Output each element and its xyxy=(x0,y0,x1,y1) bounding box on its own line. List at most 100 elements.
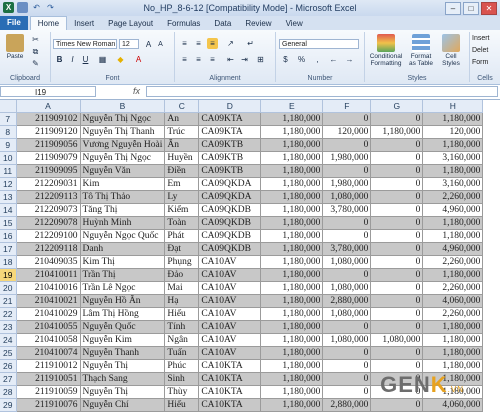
cell-a[interactable]: 210410058 xyxy=(16,333,81,347)
cell-e[interactable]: 1,180,000 xyxy=(260,151,324,165)
format-as-table-button[interactable]: Format as Table xyxy=(407,34,435,67)
cell-d[interactable]: CA10AV xyxy=(198,333,262,347)
row-header[interactable]: 14 xyxy=(0,203,17,217)
row-header[interactable]: 19 xyxy=(0,268,17,282)
cell-c[interactable]: Đạt xyxy=(164,242,200,256)
orientation-icon[interactable]: ↗ xyxy=(225,38,236,49)
tab-data[interactable]: Data xyxy=(207,17,238,30)
cell-b[interactable]: Trần Lê Ngọc xyxy=(80,281,166,295)
cell-b[interactable]: Nguyễn Ngọc Quốc xyxy=(80,229,166,243)
cell-f[interactable]: 120,000 xyxy=(322,125,372,139)
cell-a[interactable]: 210409035 xyxy=(16,255,81,269)
wrap-text-icon[interactable]: ↵ xyxy=(245,38,256,49)
cell-d[interactable]: CA09QKDB xyxy=(198,229,262,243)
decrease-indent-icon[interactable]: ⇤ xyxy=(225,54,236,65)
cell-b[interactable]: Nguyễn Thị xyxy=(80,359,166,373)
cell-g[interactable]: 0 xyxy=(370,307,424,321)
font-name-select[interactable]: Times New Roman xyxy=(53,39,117,49)
cell-b[interactable]: Tăng Thị xyxy=(80,203,166,217)
bold-icon[interactable]: B xyxy=(54,54,65,65)
row-header[interactable]: 21 xyxy=(0,294,17,308)
row-header[interactable]: 7 xyxy=(0,112,17,126)
cell-b[interactable]: Nguyễn Văn xyxy=(80,164,166,178)
percent-icon[interactable]: % xyxy=(296,54,307,65)
cell-b[interactable]: Trần Thị xyxy=(80,268,166,282)
align-bottom-icon[interactable]: ≡ xyxy=(207,38,218,49)
formula-input[interactable] xyxy=(146,86,498,97)
column-header-g[interactable]: G xyxy=(370,100,424,113)
cell-styles-button[interactable]: Cell Styles xyxy=(437,34,465,67)
cell-c[interactable]: Ân xyxy=(164,138,200,152)
cell-g[interactable]: 0 xyxy=(370,255,424,269)
cell-c[interactable]: Trúc xyxy=(164,125,200,139)
cell-h[interactable]: 4,960,000 xyxy=(422,203,484,217)
cell-g[interactable]: 0 xyxy=(370,112,424,126)
row-header[interactable]: 16 xyxy=(0,229,17,243)
cell-c[interactable]: Em xyxy=(164,177,200,191)
conditional-formatting-button[interactable]: Conditional Formatting xyxy=(367,34,405,67)
cell-d[interactable]: CA10AV xyxy=(198,346,262,360)
cell-a[interactable]: 212209031 xyxy=(16,177,81,191)
cell-c[interactable]: Tuấn xyxy=(164,346,200,360)
row-header[interactable]: 22 xyxy=(0,307,17,321)
column-header-d[interactable]: D xyxy=(198,100,262,113)
borders-icon[interactable]: ▦ xyxy=(97,54,108,65)
cell-c[interactable]: Toàn xyxy=(164,216,200,230)
cell-e[interactable]: 1,180,000 xyxy=(260,307,324,321)
cell-g[interactable]: 0 xyxy=(370,229,424,243)
cell-b[interactable]: Kim Thị xyxy=(80,255,166,269)
cell-g[interactable]: 0 xyxy=(370,281,424,295)
cell-e[interactable]: 1,180,000 xyxy=(260,359,324,373)
cut-icon[interactable]: ✂ xyxy=(30,34,41,45)
decrease-decimal-icon[interactable]: → xyxy=(344,54,355,65)
cell-a[interactable]: 211910076 xyxy=(16,398,81,412)
cell-d[interactable]: CA10AV xyxy=(198,294,262,308)
row-header[interactable]: 17 xyxy=(0,242,17,256)
cell-b[interactable]: Thạch Sang xyxy=(80,372,166,386)
cell-b[interactable]: Vương Nguyễn Hoài xyxy=(80,138,166,152)
currency-icon[interactable]: $ xyxy=(280,54,291,65)
align-center-icon[interactable]: ≡ xyxy=(193,54,204,65)
column-header-c[interactable]: C xyxy=(164,100,200,113)
cell-b[interactable]: Kim xyxy=(80,177,166,191)
cell-b[interactable]: Tô Thị Thảo xyxy=(80,190,166,204)
cell-e[interactable]: 1,180,000 xyxy=(260,398,324,412)
cell-a[interactable]: 210410016 xyxy=(16,281,81,295)
row-header[interactable]: 29 xyxy=(0,398,17,412)
cell-h[interactable]: 2,260,000 xyxy=(422,190,484,204)
cell-f[interactable]: 0 xyxy=(322,372,372,386)
cell-e[interactable]: 1,180,000 xyxy=(260,190,324,204)
cell-f[interactable]: 1,080,000 xyxy=(322,333,372,347)
cell-a[interactable]: 211910051 xyxy=(16,372,81,386)
cell-h[interactable]: 2,260,000 xyxy=(422,307,484,321)
row-header[interactable]: 10 xyxy=(0,151,17,165)
column-header-b[interactable]: B xyxy=(80,100,166,113)
cell-c[interactable]: Tính xyxy=(164,320,200,334)
cell-h[interactable]: 1,180,000 xyxy=(422,112,484,126)
number-format-select[interactable]: General xyxy=(279,39,359,49)
maximize-icon[interactable]: □ xyxy=(463,2,479,15)
cell-f[interactable]: 0 xyxy=(322,320,372,334)
cell-f[interactable]: 3,780,000 xyxy=(322,242,372,256)
cell-e[interactable]: 1,180,000 xyxy=(260,255,324,269)
underline-icon[interactable]: U xyxy=(80,54,91,65)
cell-g[interactable]: 0 xyxy=(370,164,424,178)
cell-d[interactable]: CA10KTA xyxy=(198,372,262,386)
cell-h[interactable]: 1,180,000 xyxy=(422,229,484,243)
cell-g[interactable]: 1,080,000 xyxy=(370,333,424,347)
cell-b[interactable]: Danh xyxy=(80,242,166,256)
tab-review[interactable]: Review xyxy=(238,17,278,30)
cell-e[interactable]: 1,180,000 xyxy=(260,229,324,243)
cell-d[interactable]: CA09KTA xyxy=(198,125,262,139)
close-icon[interactable]: ✕ xyxy=(481,2,497,15)
cell-d[interactable]: CA10KTA xyxy=(198,398,262,412)
cell-a[interactable]: 211909079 xyxy=(16,151,81,165)
cell-c[interactable]: Huyền xyxy=(164,151,200,165)
cell-c[interactable]: Hiếu xyxy=(164,307,200,321)
copy-icon[interactable]: ⧉ xyxy=(30,46,41,57)
cell-g[interactable]: 0 xyxy=(370,242,424,256)
cell-b[interactable]: Nguyễn Thị Ngọc xyxy=(80,151,166,165)
cell-a[interactable]: 210410021 xyxy=(16,294,81,308)
cell-b[interactable]: Nguyễn Chí xyxy=(80,398,166,412)
row-header[interactable]: 27 xyxy=(0,372,17,386)
